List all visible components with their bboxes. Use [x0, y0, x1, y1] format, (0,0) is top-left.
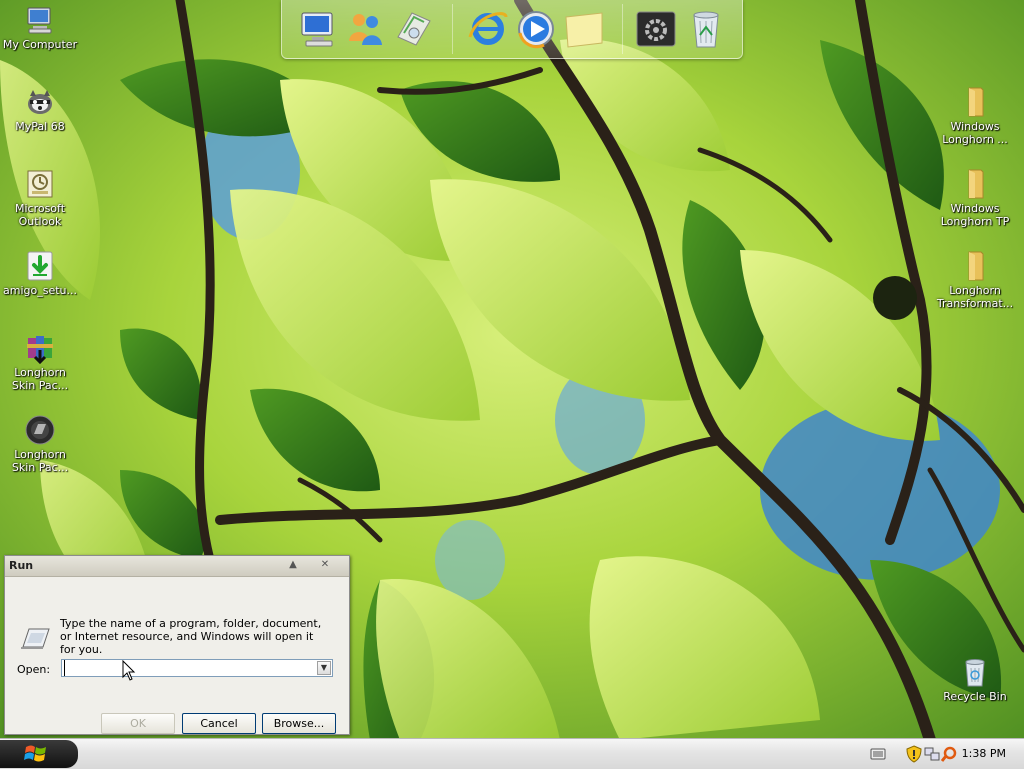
desktop-icon-label: Longhorn [14, 448, 66, 461]
taskbar: 1:38 PM [0, 738, 1024, 769]
computer-icon[interactable] [298, 7, 342, 51]
desktop-icon-my-computer[interactable]: My Computer [0, 4, 80, 51]
outlook-icon [27, 170, 53, 198]
desktop-icon-outlook[interactable]: Microsoft Outlook [0, 168, 80, 228]
desktop-icon-label: Windows [950, 120, 1000, 133]
desktop-icon-label: MyPal 68 [15, 120, 65, 133]
quick-launch-dock [281, 0, 743, 59]
sticky-note-icon[interactable] [562, 7, 606, 51]
desktop-icon-windows-longhorn-folder-1[interactable]: Windows Longhorn ... [935, 86, 1015, 146]
network-icon[interactable] [392, 7, 436, 51]
desktop-icon-label: Outlook [18, 215, 62, 228]
desktop-icon-mypal[interactable]: MyPal 68 [0, 86, 80, 133]
desktop-icon-label: Skin Pac... [11, 379, 69, 392]
desktop-icon-label: My Computer [2, 38, 78, 51]
desktop-icon-label: amigo_setu... [3, 284, 77, 297]
help-icon[interactable]: ▲ [285, 558, 301, 572]
desktop-icon-longhorn-transformation-folder[interactable]: Longhorn Transformat... [935, 250, 1015, 310]
recycle-bin-icon [965, 659, 985, 687]
keyboard-icon[interactable] [870, 746, 886, 762]
dock-separator [622, 4, 623, 54]
media-player-icon[interactable] [514, 7, 558, 51]
browse-button[interactable]: Browse... [262, 713, 336, 734]
settings-icon[interactable] [634, 7, 678, 51]
desktop-icon-label: Longhorn [949, 284, 1001, 297]
search-icon[interactable] [941, 746, 957, 762]
clock[interactable]: 1:38 PM [962, 747, 1006, 760]
run-icon [21, 628, 50, 649]
start-button[interactable] [0, 740, 78, 768]
run-dialog-title: Run [9, 559, 34, 572]
open-combobox[interactable]: ▼ [61, 659, 333, 677]
open-input[interactable] [64, 660, 319, 676]
run-dialog: Run ▲ ✕ Type the name of a program, fold… [4, 555, 350, 735]
recycle-bin-icon[interactable] [684, 7, 728, 51]
folder-icon [968, 87, 984, 117]
desktop-icon-label: Recycle Bin [943, 690, 1007, 703]
folder-icon [968, 169, 984, 199]
users-icon[interactable] [344, 7, 388, 51]
system-tray: 1:38 PM [864, 739, 1024, 769]
run-dialog-titlebar[interactable]: Run ▲ ✕ [5, 556, 349, 577]
desktop-icon-label: Windows [950, 202, 1000, 215]
network-connections-icon[interactable] [924, 746, 940, 762]
desktop-icon-recycle-bin[interactable]: Recycle Bin [935, 656, 1015, 703]
desktop-icon-longhorn-skin-pack-1[interactable]: Longhorn Skin Pac... [0, 332, 80, 392]
dock-separator [452, 4, 453, 54]
my-computer-icon [27, 7, 52, 34]
windows-logo-icon [24, 745, 46, 762]
mypal-icon [28, 90, 52, 114]
run-dialog-description: Type the name of a program, folder, docu… [60, 617, 322, 656]
disc-icon [25, 415, 55, 445]
desktop-icon-amigo-setup[interactable]: amigo_setu... [0, 250, 80, 297]
close-icon[interactable]: ✕ [317, 558, 333, 572]
cancel-button[interactable]: Cancel [182, 713, 256, 734]
winrar-icon [27, 336, 53, 364]
open-label: Open: [17, 663, 51, 676]
installer-icon [27, 251, 53, 281]
chevron-down-icon[interactable]: ▼ [317, 661, 331, 675]
desktop-icon-label: Skin Pac... [11, 461, 69, 474]
desktop-icon-longhorn-skin-pack-2[interactable]: Longhorn Skin Pac... [0, 414, 80, 474]
internet-explorer-icon[interactable] [466, 7, 510, 51]
mouse-cursor-icon [122, 660, 136, 681]
desktop-icon-windows-longhorn-folder-2[interactable]: Windows Longhorn TP [935, 168, 1015, 228]
desktop-icon-label: Transformat... [936, 297, 1014, 310]
security-shield-icon[interactable] [906, 745, 922, 763]
desktop-icon-label: Longhorn ... [942, 133, 1008, 146]
desktop-icon-label: Longhorn [14, 366, 66, 379]
folder-icon [968, 251, 984, 281]
desktop-icon-label: Microsoft [14, 202, 66, 215]
desktop-icon-label: Longhorn TP [940, 215, 1010, 228]
ok-button[interactable]: OK [101, 713, 175, 734]
